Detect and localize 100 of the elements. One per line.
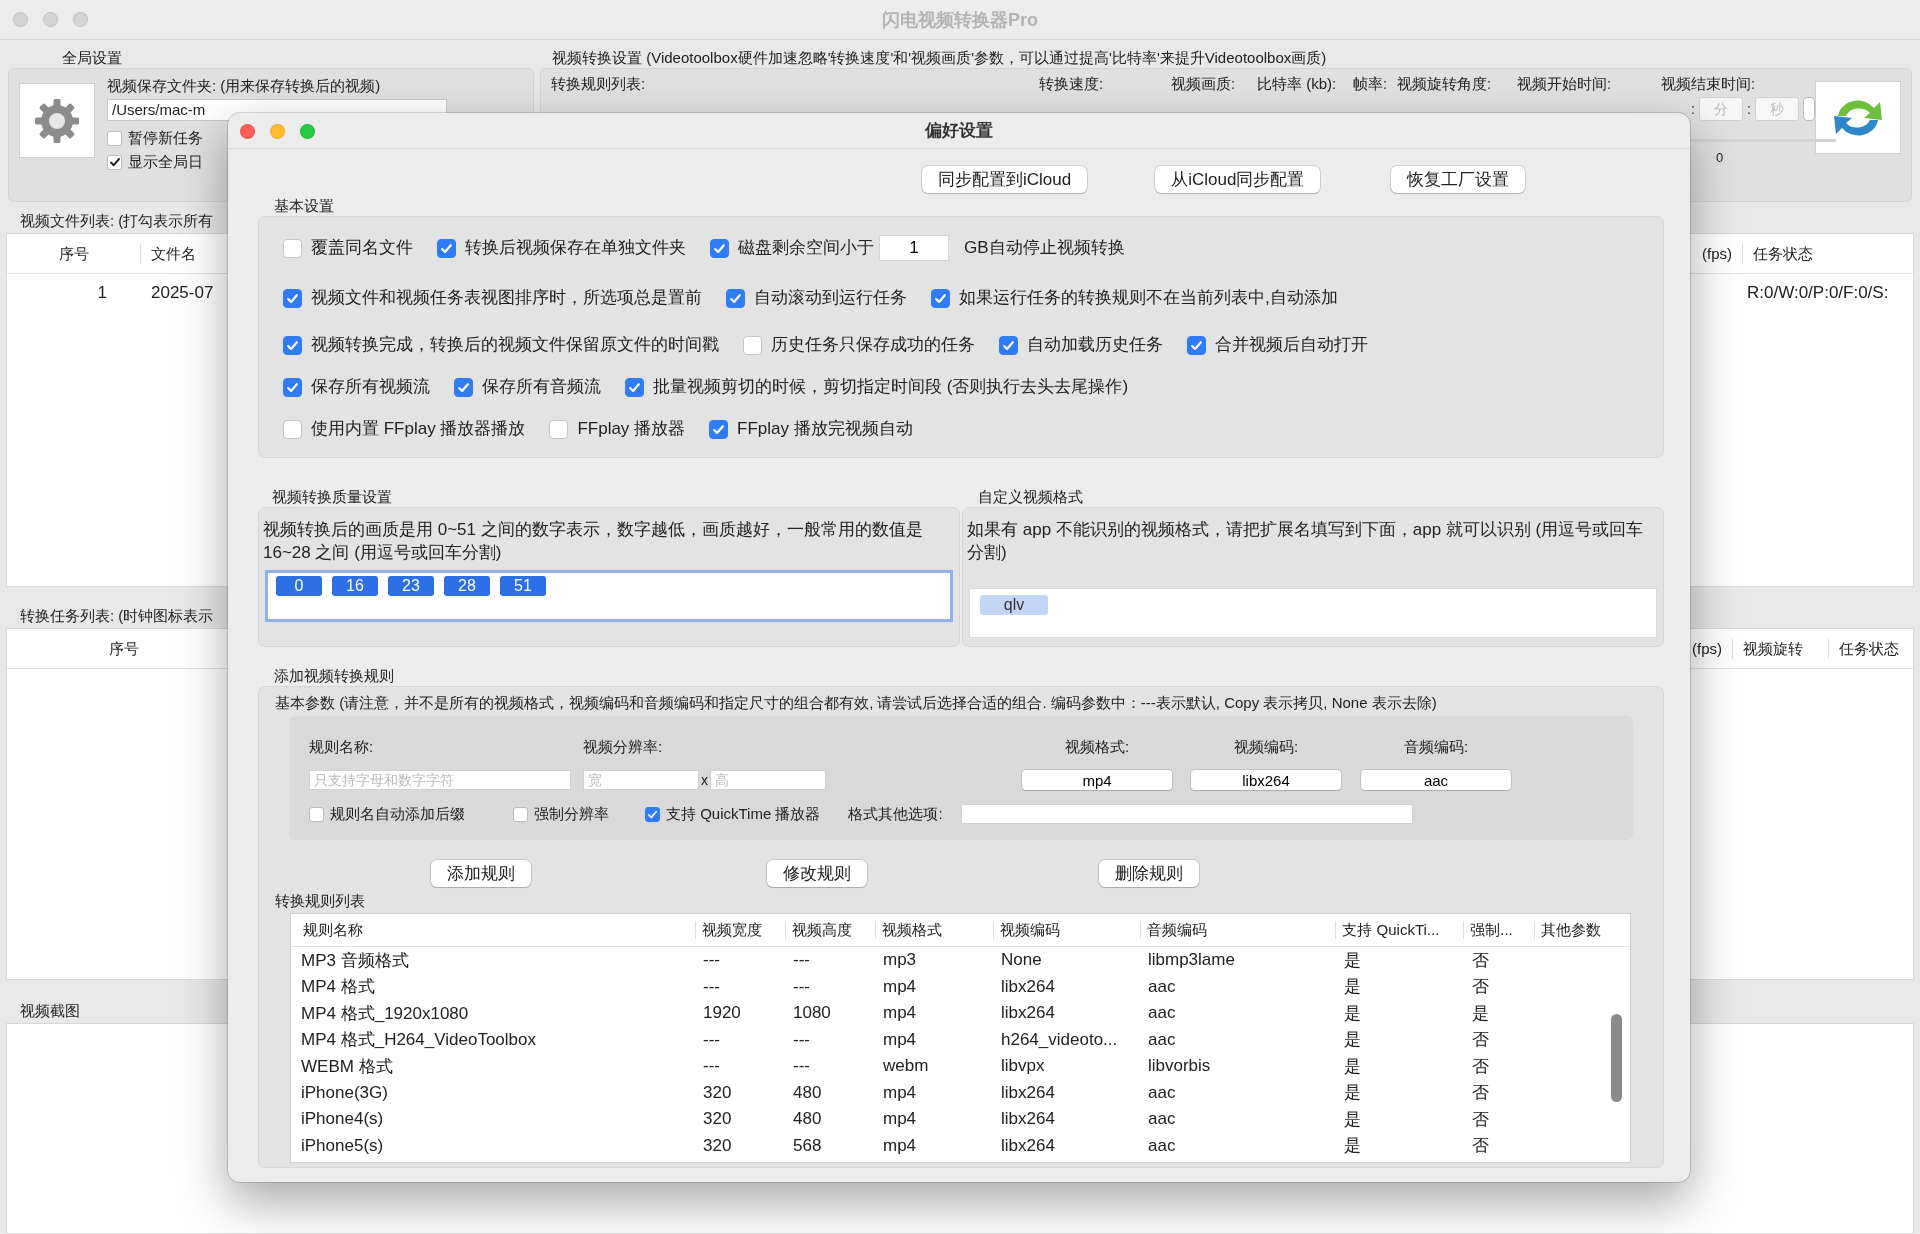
checkbox[interactable] [454, 377, 473, 397]
zoom-button[interactable] [300, 124, 315, 139]
column-header[interactable]: 其他参数 [1535, 921, 1630, 939]
table-cell-text: 否 [1471, 949, 1490, 972]
checkbox[interactable] [283, 288, 302, 308]
field-label: 格式其他选项: [848, 804, 943, 824]
sync-button[interactable]: 从iCloud同步配置 [1155, 166, 1321, 193]
checkbox[interactable] [743, 335, 762, 355]
column-header[interactable]: 序号 [7, 243, 141, 264]
time-field[interactable]: 秒 [1754, 97, 1799, 121]
table-cell-text: 是 [1471, 1002, 1490, 1025]
checkbox[interactable] [931, 288, 950, 308]
table-cell-text: 是 [1343, 1029, 1362, 1052]
field-label: 规则名称: [309, 738, 375, 756]
table-cell-text: 是 [1343, 976, 1362, 999]
dropdown[interactable]: aac [1361, 770, 1511, 790]
table-row[interactable]: WEBM 格式 --- --- webm libvpx libvorbis 是 否 [291, 1053, 1630, 1080]
rule-button[interactable]: 删除规则 [1099, 859, 1199, 887]
table-cell-text: MP3 音频格式 [300, 949, 410, 972]
table-row[interactable]: MP4 格式 --- --- mp4 libx264 aac 是 否 [291, 973, 1630, 1000]
table-cell-text: mp3 [882, 950, 918, 971]
rule-button[interactable]: 添加规则 [431, 859, 531, 887]
table-row[interactable]: iPhone5(s) 320 568 mp4 libx264 aac 是 否 [291, 1132, 1630, 1159]
checkbox[interactable] [309, 806, 324, 822]
column-header[interactable]: 音频编码 [1140, 921, 1337, 939]
table-cell-text: mp4 [882, 976, 918, 997]
dropdown[interactable]: libx264 [1191, 770, 1341, 790]
checkbox[interactable] [625, 377, 644, 397]
tag-field[interactable]: qlv [969, 588, 1657, 638]
table-cell-text: 1920 [702, 1003, 742, 1024]
settings-button[interactable] [19, 83, 95, 158]
table-cell-text: 否 [1471, 1029, 1490, 1052]
column-header[interactable]: 视频高度 [786, 921, 877, 939]
table-row[interactable]: MP4 格式_H264_VideoToolbox --- --- mp4 h264_videoto... aac 是 否 [291, 1026, 1630, 1053]
checkbox[interactable] [283, 419, 302, 439]
table-cell-text: MP4 格式_1920x1080 [300, 1002, 470, 1025]
close-button[interactable] [240, 124, 255, 139]
checkbox[interactable] [1187, 335, 1206, 355]
column-header[interactable]: 视频宽度 [696, 921, 787, 939]
table-cell-text: aac [1147, 976, 1177, 997]
field-label: 音频编码: [1402, 738, 1470, 756]
field-label: 视频保存文件夹: (用来保存转换后的视频) [107, 77, 382, 95]
checkbox[interactable] [107, 154, 122, 170]
table-cell-text: webm [882, 1056, 930, 1077]
table-row[interactable]: iPhone4(s) 320 480 mp4 libx264 aac 是 否 [291, 1106, 1630, 1133]
sync-button[interactable]: 恢复工厂设置 [1391, 166, 1526, 193]
time-field[interactable]: 分 [1698, 97, 1743, 121]
refresh-button[interactable] [1815, 81, 1901, 154]
stepper[interactable] [1802, 97, 1815, 121]
field-label: 比特率 (kb): [1257, 75, 1338, 93]
checkbox[interactable] [999, 335, 1018, 355]
checkmark-icon [647, 808, 658, 820]
list-title: 视频截图 [19, 1001, 80, 1021]
table-row[interactable]: iPhone(3G) 320 480 mp4 libx264 aac 是 否 [291, 1079, 1630, 1106]
column-header[interactable]: 强制... [1464, 921, 1536, 939]
column-header[interactable]: 支持 QuickTi... [1336, 921, 1465, 939]
column-header[interactable]: 任务状态 [1743, 243, 1913, 264]
rule-button[interactable]: 修改规则 [767, 859, 867, 887]
checkbox[interactable] [645, 806, 660, 822]
rule-name-field[interactable]: 只支持字母和数字字符 [309, 770, 571, 790]
column-header[interactable]: 任务状态 [1829, 638, 1913, 659]
table-cell-text: --- [792, 950, 811, 971]
checkbox[interactable] [437, 238, 456, 258]
checkbox[interactable] [283, 238, 302, 258]
table-row[interactable]: MP3 音频格式 --- --- mp3 None libmp3lame 是 否 [291, 947, 1630, 974]
dropdown[interactable]: mp4 [1022, 770, 1172, 790]
checkbox[interactable] [710, 238, 729, 258]
checkbox[interactable] [726, 288, 745, 308]
checkbox[interactable] [513, 806, 528, 822]
checkmark-icon [628, 380, 641, 394]
column-header[interactable]: 视频格式 [876, 921, 994, 939]
column-header[interactable]: 规则名称 [291, 921, 697, 939]
section-title: 视频转换设置 (Videotoolbox硬件加速忽略'转换速度'和'视频画质'参数，可以通过提高'比特率'来提升Videotoolbox画质) [551, 48, 1327, 68]
checkbox-label: 视频转换完成，转换后的视频文件保留原文件的时间戳 [311, 334, 719, 356]
column-header[interactable]: 视频旋转 [1733, 638, 1829, 659]
checkmark-icon [108, 156, 121, 168]
number-field[interactable]: 1 [879, 235, 949, 261]
separator-text: x [700, 772, 709, 788]
group-title: 基本设置 [273, 196, 335, 216]
checkbox[interactable] [107, 130, 122, 146]
table-row[interactable]: MP4 格式_1920x1080 1920 1080 mp4 libx264 aac 是 是 [291, 1000, 1630, 1027]
checkbox-label: 支持 QuickTime 播放器 [666, 804, 821, 824]
checkbox[interactable] [549, 419, 569, 439]
tag: 51 [500, 576, 546, 596]
checkbox-label: 强制分辨率 [534, 804, 609, 824]
checkmark-icon [1190, 338, 1203, 352]
checkbox[interactable] [283, 335, 302, 355]
height-field[interactable]: 高 [710, 770, 826, 790]
table-cell-text: --- [792, 1029, 811, 1050]
sync-button[interactable]: 同步配置到iCloud [922, 166, 1088, 193]
tag-field[interactable]: 0 16 23 28 51 [265, 570, 953, 622]
checkbox[interactable] [283, 377, 302, 397]
table-cell-text: libmp3lame [1147, 950, 1236, 971]
width-field[interactable]: 宽 [583, 770, 699, 790]
scrollbar-thumb[interactable] [1611, 1014, 1622, 1102]
colon-text: : [1746, 101, 1751, 117]
description-text: 如果有 app 不能识别的视频格式，请把扩展名填写到下面，app 就可以识别 (用逗号或回车分割) [966, 519, 1645, 564]
checkbox[interactable] [709, 419, 729, 439]
column-header[interactable]: 视频编码 [993, 921, 1141, 939]
options-field[interactable] [960, 804, 1413, 824]
